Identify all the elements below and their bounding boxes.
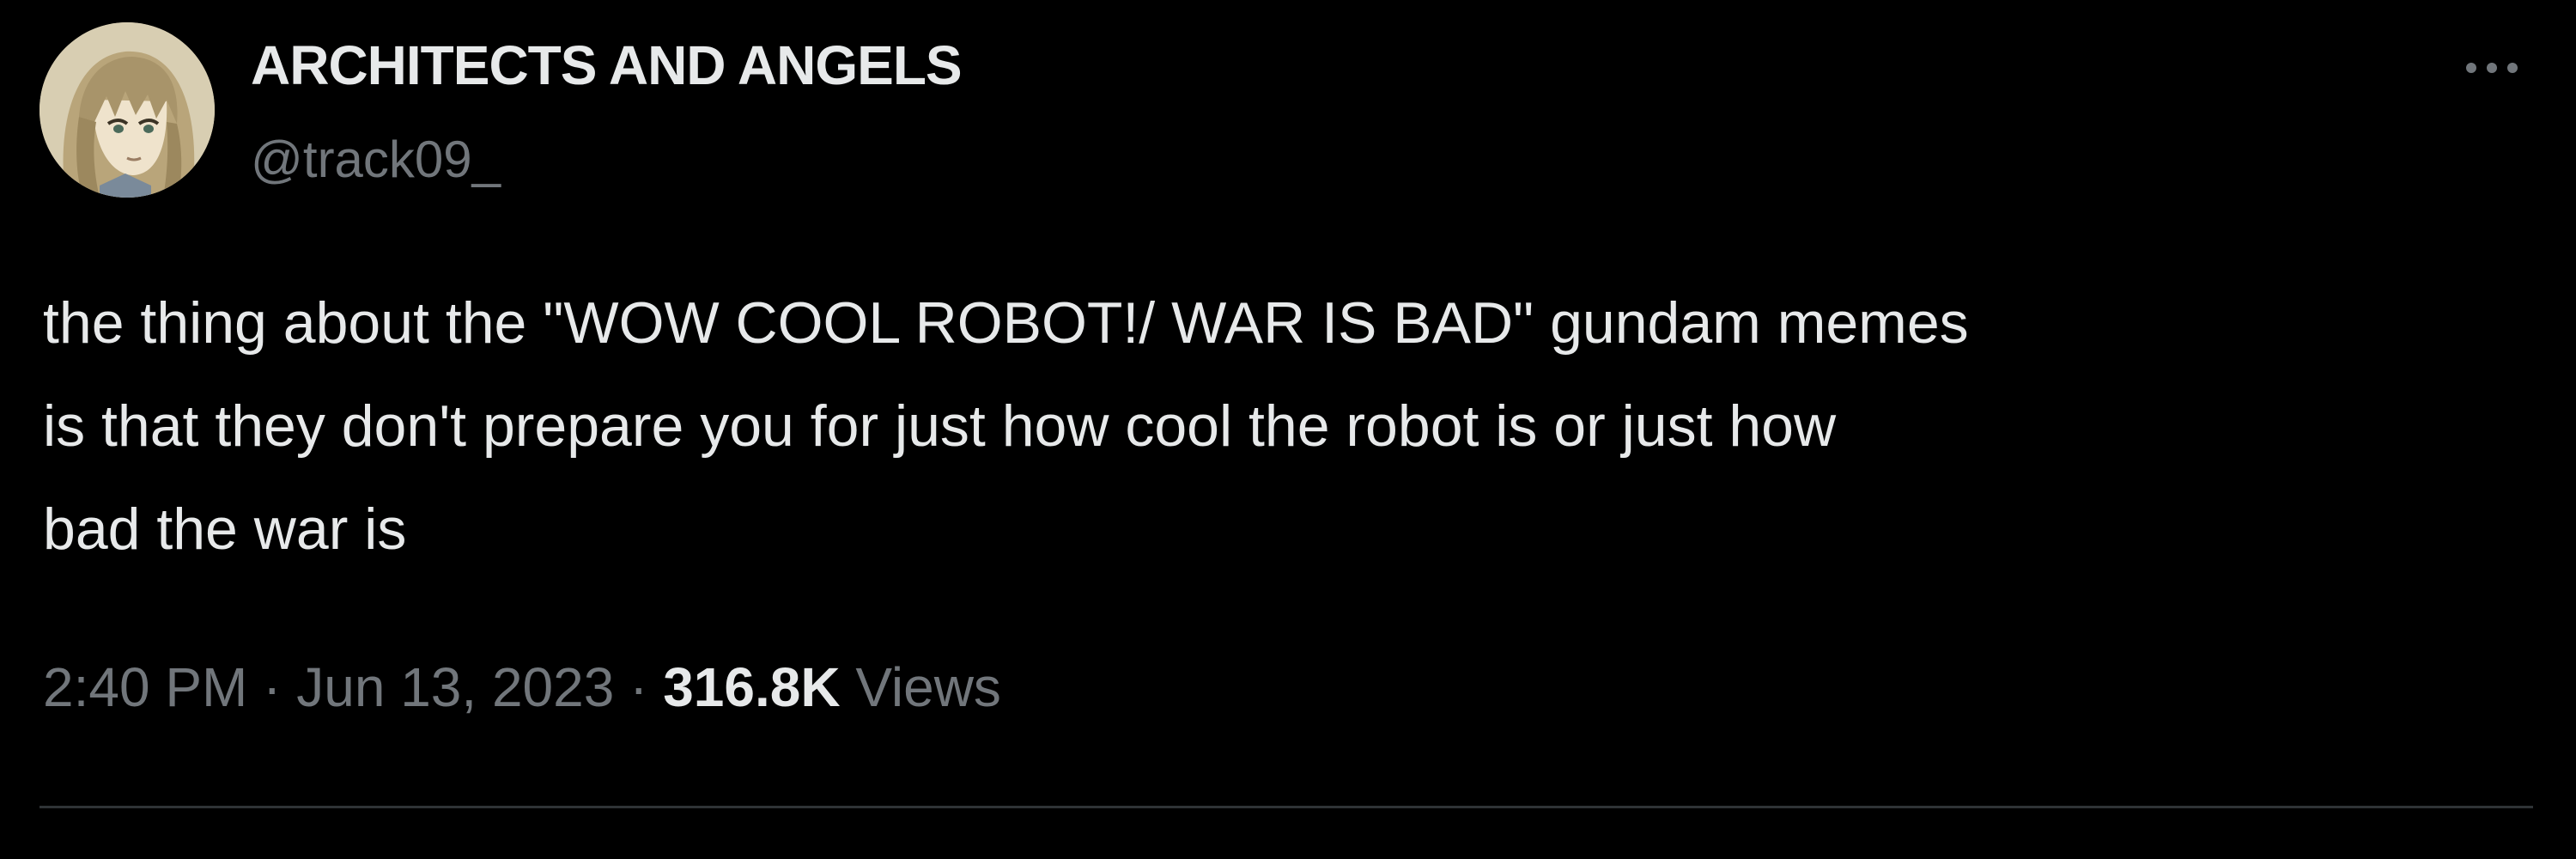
- meta-separator: ·: [263, 656, 282, 718]
- tweet-text-line: the thing about the "WOW COOL ROBOT!/ WA…: [43, 290, 1969, 356]
- more-options-icon-dot: [2487, 63, 2497, 73]
- anime-character-avatar-icon: [39, 22, 215, 198]
- divider: [39, 806, 2533, 808]
- views-label: Views: [855, 656, 1001, 718]
- meta-separator: ·: [629, 656, 648, 718]
- views-count: 316.8K: [663, 656, 841, 718]
- tweet-meta: 2:40 PM · Jun 13, 2023 · 316.8K Views: [43, 649, 1001, 725]
- tweet-text-line: bad the war is: [43, 497, 407, 562]
- avatar[interactable]: [39, 22, 215, 198]
- tweet-timestamp[interactable]: 2:40 PM · Jun 13, 2023: [43, 656, 614, 718]
- tweet-text: the thing about the "WOW COOL ROBOT!/ WA…: [43, 271, 2550, 581]
- tweet: ARCHITECTS AND ANGELS @track09_ the thin…: [0, 0, 2576, 859]
- author-display-name[interactable]: ARCHITECTS AND ANGELS: [251, 31, 963, 100]
- tweet-date: Jun 13, 2023: [296, 656, 615, 718]
- more-options-icon: [2466, 63, 2476, 73]
- tweet-text-line: is that they don't prepare you for just …: [43, 393, 1837, 459]
- more-options-button[interactable]: [2449, 38, 2535, 98]
- tweet-time: 2:40 PM: [43, 656, 248, 718]
- author-handle[interactable]: @track09_: [251, 127, 501, 192]
- views-link[interactable]: 316.8K Views: [663, 656, 1001, 718]
- more-options-icon-dot: [2507, 63, 2518, 73]
